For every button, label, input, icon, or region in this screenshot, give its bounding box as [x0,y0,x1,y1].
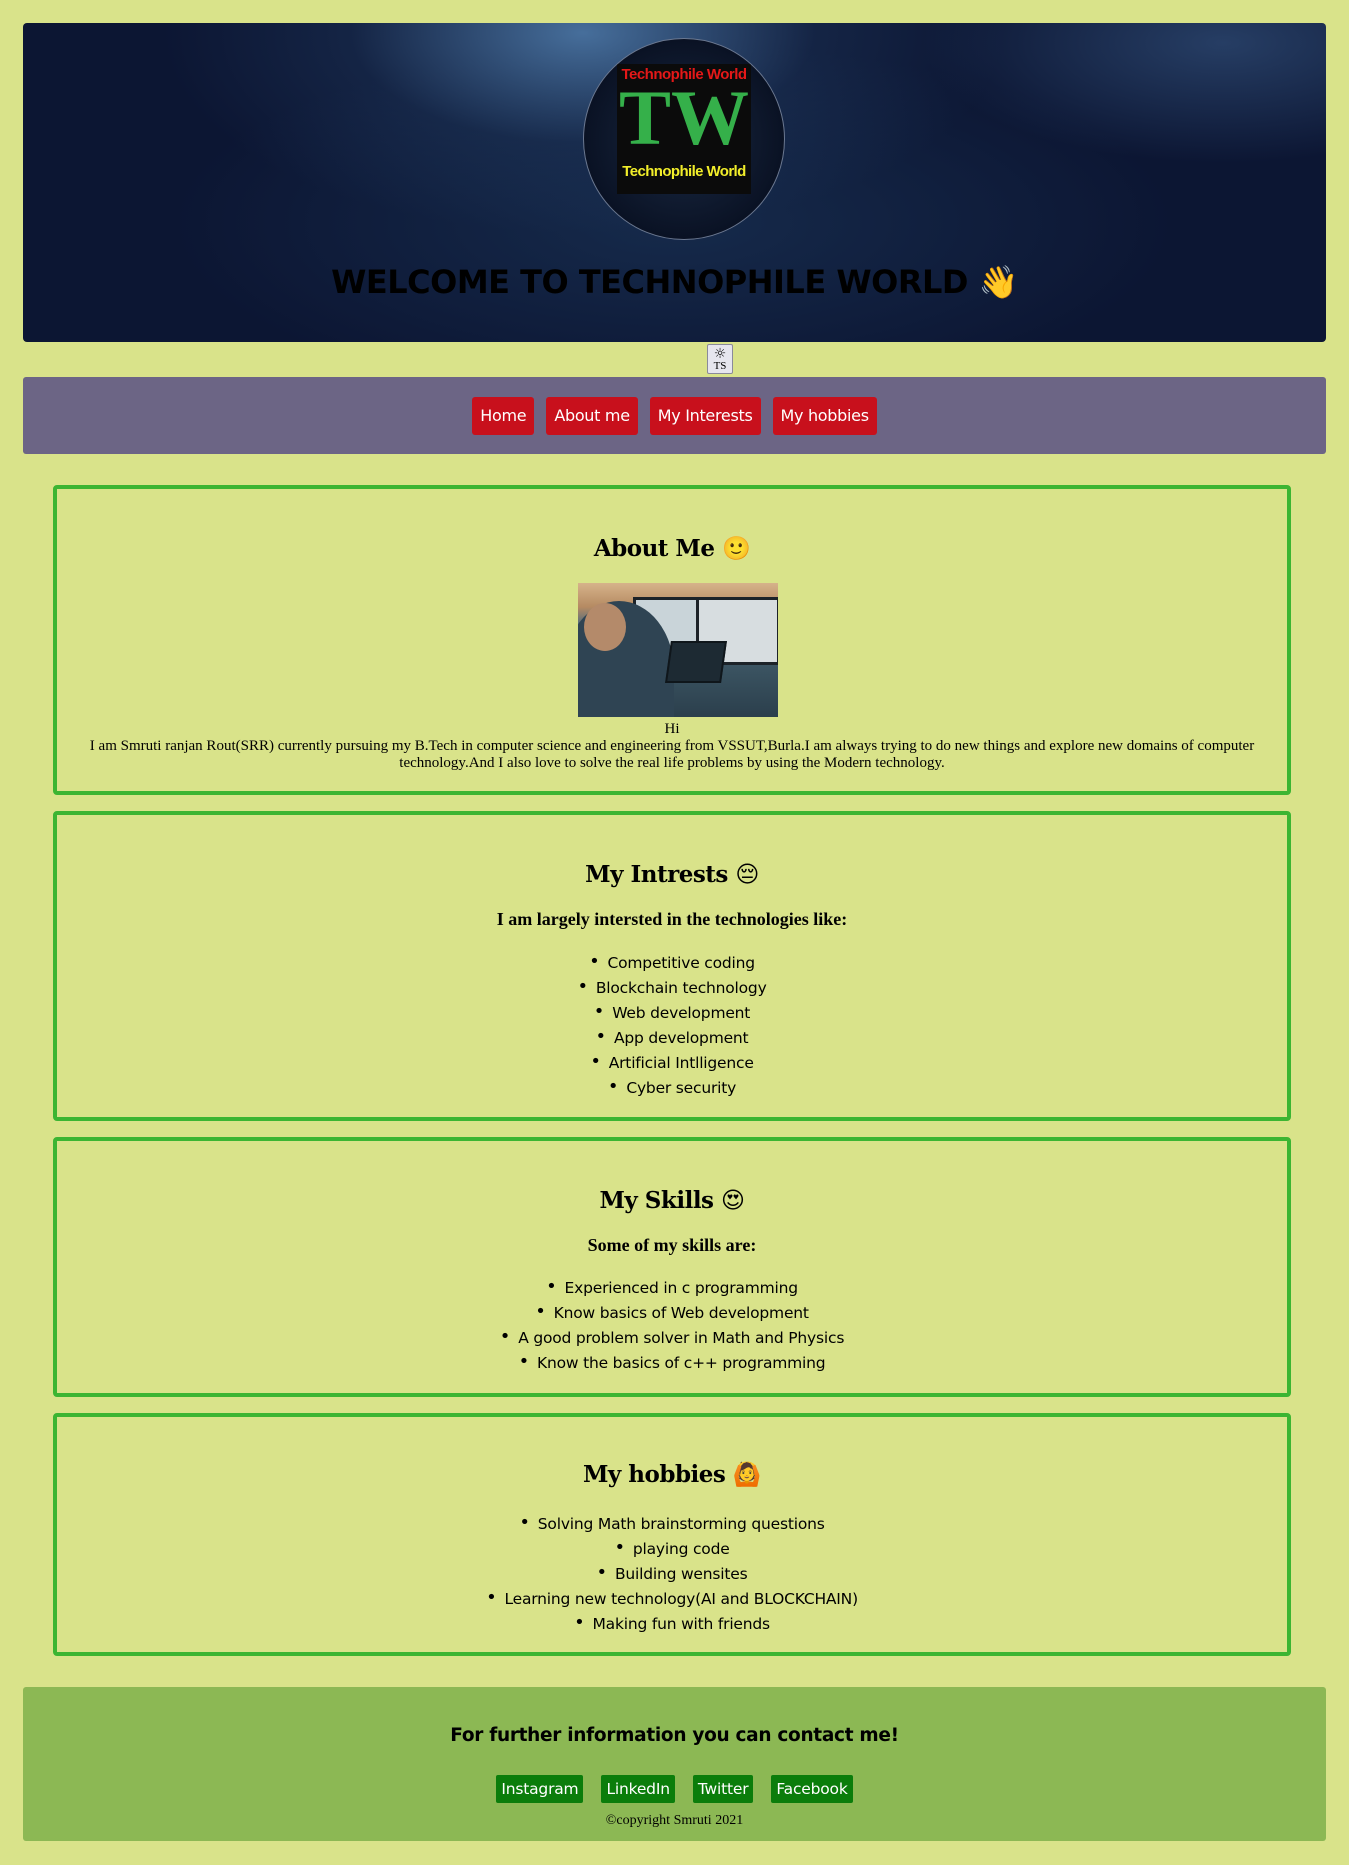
welcome-text: WELCOME TO TECHNOPHILE WORLD [331,263,968,301]
sun-icon: ☼ [713,346,727,362]
photo-person-head [584,603,626,651]
twitter-link[interactable]: Twitter [692,1775,754,1803]
nav-about-button[interactable]: About me [546,397,638,435]
list-item: Competitive coding [57,950,1287,975]
hobbies-section: My hobbies 🙆 Solving Math brainstorming … [53,1413,1291,1656]
skills-list: Experienced in c programming Know basics… [57,1275,1287,1375]
interests-title: My Intrests 😔 [57,861,1287,888]
welcome-heading: WELCOME TO TECHNOPHILE WORLD 👋 [23,263,1326,301]
heart-eyes-face-icon: 😍 [721,1188,745,1214]
nav-home-button[interactable]: Home [472,397,535,435]
hobbies-title-text: My hobbies [582,1461,726,1488]
person-gesturing-ok-icon: 🙆 [732,1462,762,1488]
about-title-text: About Me [593,535,715,562]
instagram-link[interactable]: Instagram [496,1775,584,1803]
list-item: App development [57,1025,1287,1050]
smiling-face-icon: 🙂 [722,536,751,562]
site-logo: Technophile World TW Technophile World [583,38,785,240]
nav-interests-button[interactable]: My Interests [649,397,761,435]
waving-hand-icon: 👋 [978,263,1019,301]
list-item: Blockchain technology [57,975,1287,1000]
hobbies-list: Solving Math brainstorming questions pla… [57,1511,1287,1636]
list-item: Know the basics of c++ programming [57,1350,1287,1375]
skills-title-text: My Skills [599,1187,714,1214]
copyright-text: ©copyright Smruti 2021 [605,1813,744,1828]
nav-links: Home About me My Interests My hobbies [23,397,1326,435]
logo-badge: Technophile World TW Technophile World [617,64,751,194]
skills-subtitle: Some of my skills are: [587,1235,757,1255]
logo-bottom-text: Technophile World [622,163,746,180]
theme-toggle-button[interactable]: ☼ TS [707,344,733,374]
nav-hobbies-button[interactable]: My hobbies [772,397,877,435]
list-item: Solving Math brainstorming questions [57,1511,1287,1536]
page-footer: For further information you can contact … [23,1687,1326,1841]
list-item: Experienced in c programming [57,1275,1287,1300]
facebook-link[interactable]: Facebook [771,1775,853,1803]
about-section: About Me 🙂 Hi I am Smruti ranjan Rout(SR… [53,485,1291,795]
interests-title-text: My Intrests [585,861,728,888]
about-title: About Me 🙂 [57,535,1287,562]
list-item: Building wensites [57,1561,1287,1586]
linkedin-link[interactable]: LinkedIn [601,1775,675,1803]
about-paragraph: I am Smruti ranjan Rout(SRR) currently p… [89,738,1255,771]
interests-section: My Intrests 😔 I am largely intersted in … [53,811,1291,1121]
pensive-face-icon: 😔 [735,862,759,888]
navigation-bar: Home About me My Interests My hobbies [23,377,1326,454]
list-item: Web development [57,1000,1287,1025]
skills-title: My Skills 😍 [57,1187,1287,1214]
list-item: playing code [57,1536,1287,1561]
photo-laptop [665,641,727,683]
hobbies-title: My hobbies 🙆 [57,1461,1287,1488]
social-links: Instagram LinkedIn Twitter Facebook [23,1775,1326,1803]
list-item: Know basics of Web development [57,1300,1287,1325]
list-item: Learning new technology(AI and BLOCKCHAI… [57,1586,1287,1611]
list-item: Making fun with friends [57,1611,1287,1636]
list-item: Cyber security [57,1075,1287,1100]
about-greeting: Hi [664,721,680,737]
interests-subtitle: I am largely intersted in the technologi… [496,909,848,929]
list-item: Artificial Intlligence [57,1050,1287,1075]
about-description: Hi I am Smruti ranjan Rout(SRR) currentl… [77,721,1267,772]
theme-toggle-label: TS [713,360,727,372]
contact-heading: For further information you can contact … [450,1725,899,1746]
page-header: Technophile World TW Technophile World W… [23,23,1326,342]
interests-list: Competitive coding Blockchain technology… [57,950,1287,1100]
person-at-computer-photo [578,583,778,717]
list-item: A good problem solver in Math and Physic… [57,1325,1287,1350]
skills-section: My Skills 😍 Some of my skills are: Exper… [53,1137,1291,1397]
logo-main-text: TW [618,74,750,161]
